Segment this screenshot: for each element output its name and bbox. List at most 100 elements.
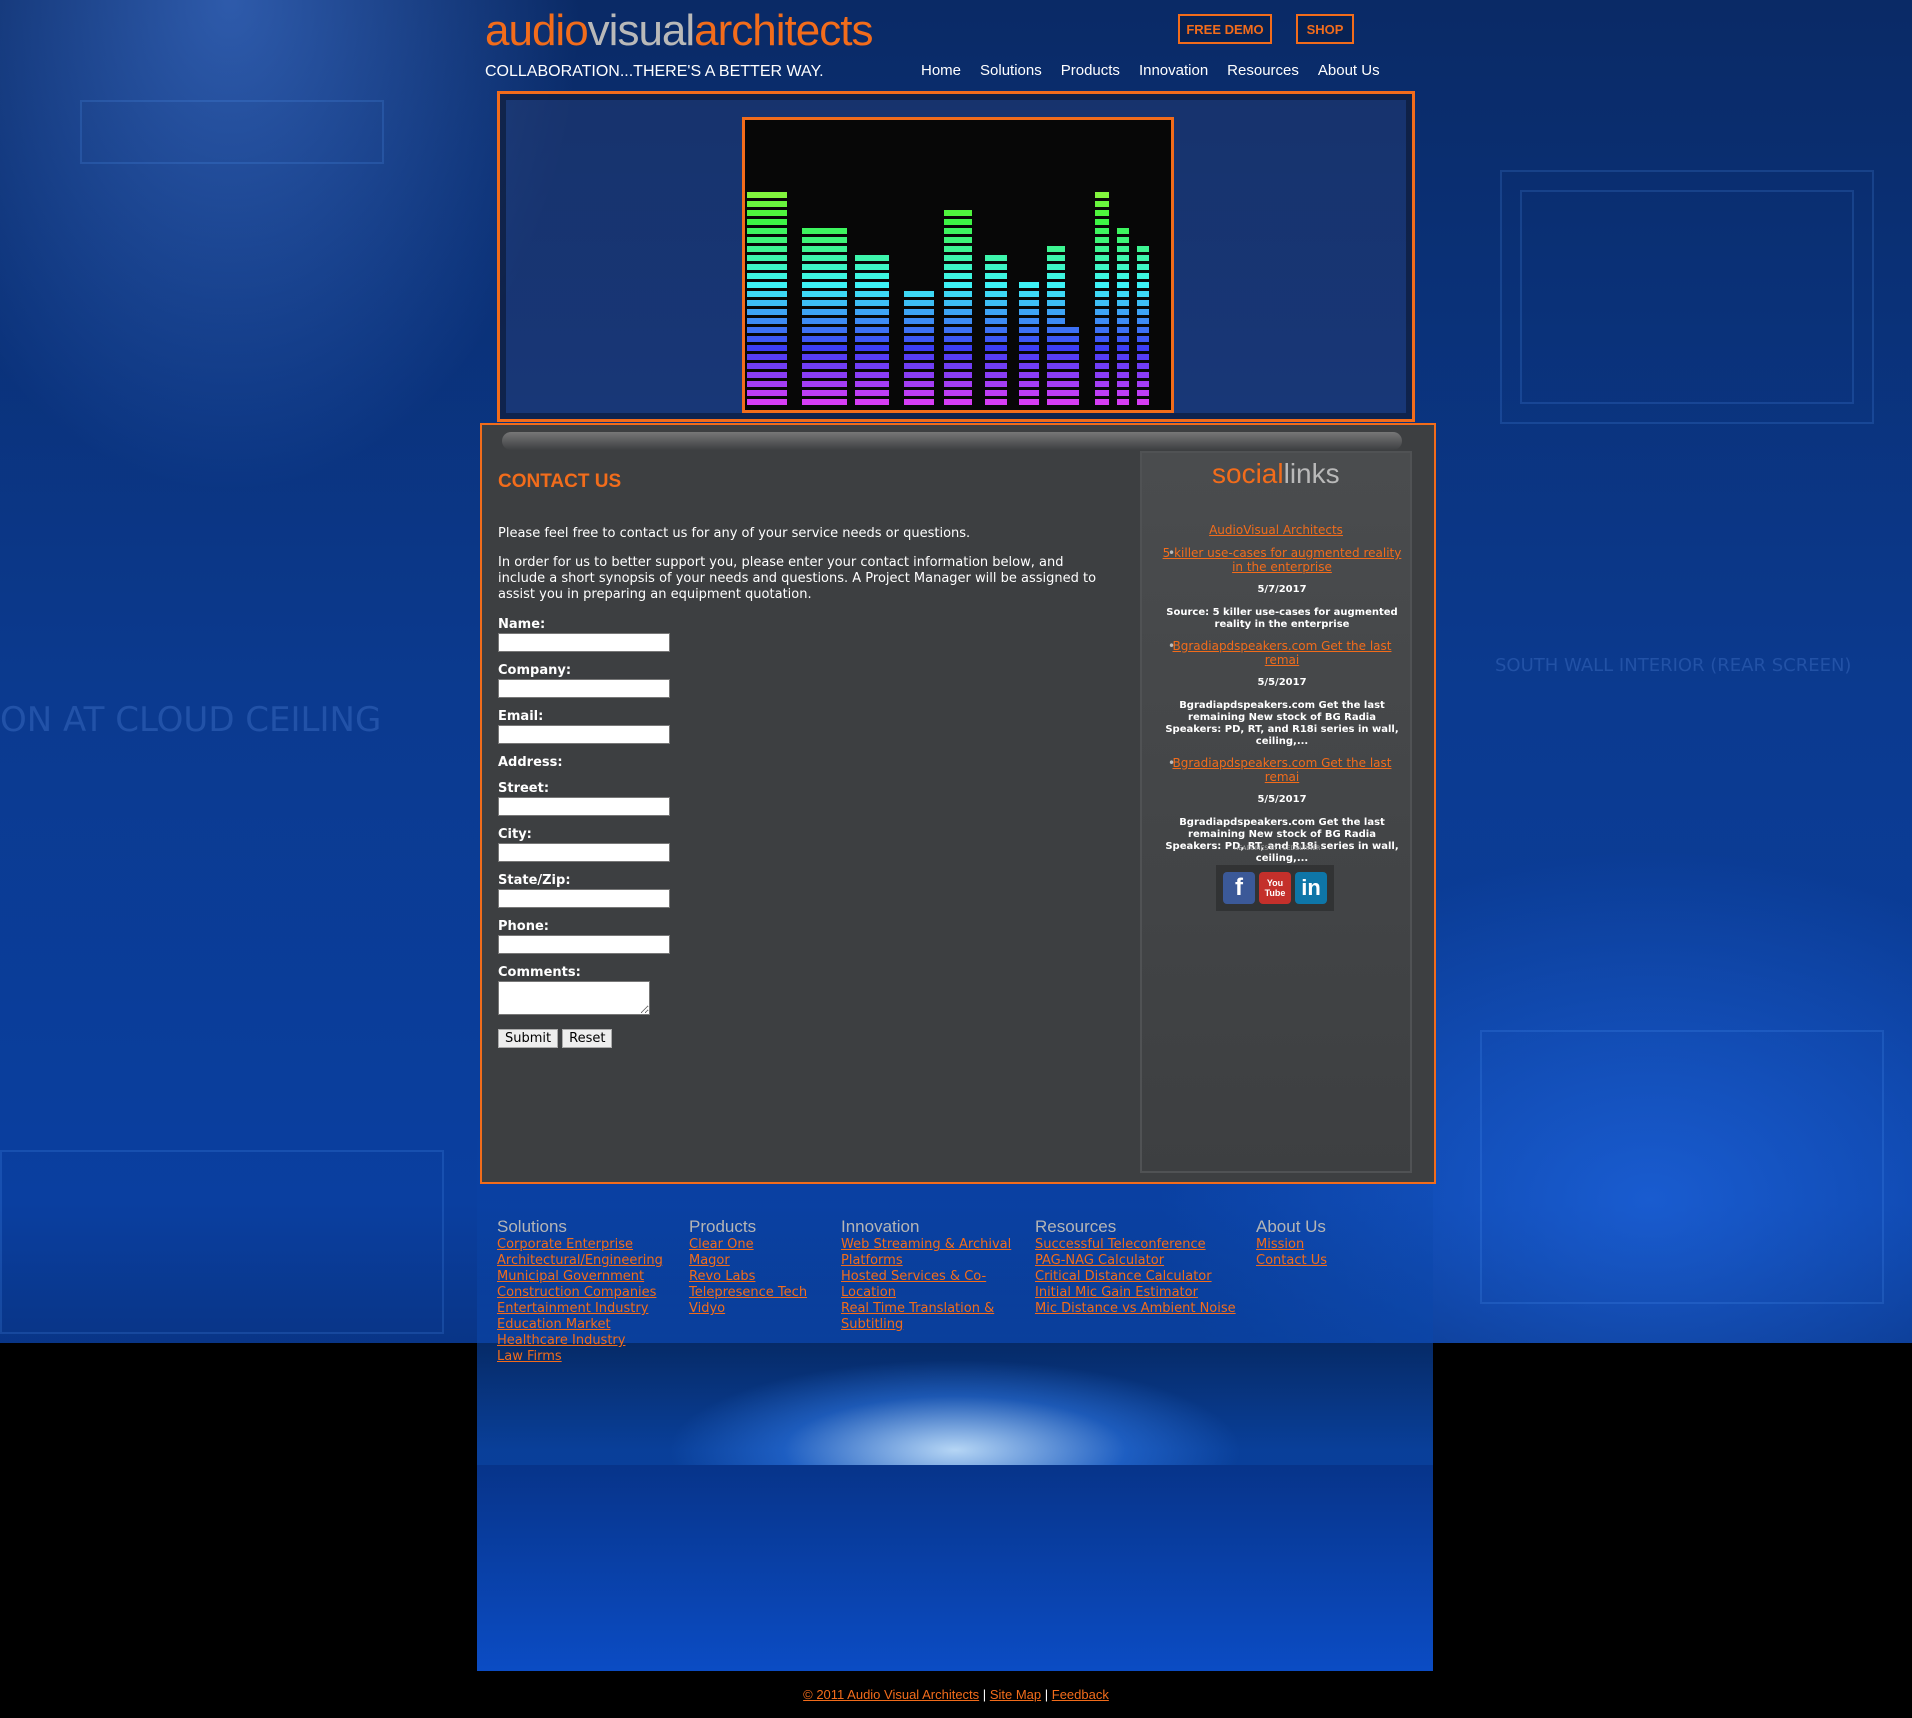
- blueprint-frame: [0, 1150, 444, 1334]
- equalizer-segment: [1117, 291, 1129, 297]
- equalizer-segment: [747, 192, 787, 198]
- feed-item-link[interactable]: Bgradiapdspeakers.com Get the last remai: [1173, 639, 1392, 667]
- footer-lower-panel: [477, 1465, 1433, 1671]
- footer-link[interactable]: Healthcare Industry: [497, 1333, 689, 1349]
- equalizer-segment: [1137, 381, 1149, 387]
- feed-title-link[interactable]: AudioVisual Architects: [1209, 523, 1343, 537]
- copyright-link[interactable]: © 2011 Audio Visual Architects: [803, 1687, 979, 1702]
- equalizer-segment: [855, 264, 889, 270]
- equalizer-segment: [904, 327, 934, 333]
- equalizer-segment: [855, 372, 889, 378]
- equalizer-segment: [1095, 318, 1109, 324]
- equalizer-segment: [1095, 309, 1109, 315]
- linkedin-icon[interactable]: in: [1295, 872, 1327, 904]
- footer-link[interactable]: Successful Teleconference: [1035, 1237, 1256, 1253]
- city-field[interactable]: [498, 843, 670, 862]
- footer-link[interactable]: Construction Companies: [497, 1285, 689, 1301]
- equalizer-segment: [944, 381, 972, 387]
- youtube-icon[interactable]: You Tube: [1259, 872, 1291, 904]
- equalizer-segment: [944, 300, 972, 306]
- equalizer-segment: [802, 318, 847, 324]
- social-links-title: sociallinks: [1212, 458, 1340, 490]
- name-field[interactable]: [498, 633, 670, 652]
- footer-link[interactable]: Municipal Government: [497, 1269, 689, 1285]
- equalizer-segment: [747, 219, 787, 225]
- footer-link[interactable]: Magor: [689, 1253, 841, 1269]
- tagline: COLLABORATION...THERE'S A BETTER WAY.: [485, 63, 824, 80]
- equalizer-segment: [1047, 291, 1065, 297]
- equalizer-segment: [904, 291, 934, 297]
- state-zip-field[interactable]: [498, 889, 670, 908]
- equalizer-segment: [944, 345, 972, 351]
- free-demo-button[interactable]: FREE DEMO: [1178, 14, 1272, 44]
- comments-label: Comments:: [498, 965, 581, 980]
- equalizer-segment: [747, 309, 787, 315]
- email-field[interactable]: [498, 725, 670, 744]
- feedburner-badge[interactable]: HEADLINES BY FEEDBURNER: [1234, 845, 1320, 852]
- facebook-icon[interactable]: f: [1223, 872, 1255, 904]
- equalizer-segment: [1095, 399, 1109, 405]
- equalizer-segment: [1117, 381, 1129, 387]
- footer-link[interactable]: Clear One: [689, 1237, 841, 1253]
- footer-link[interactable]: Real Time Translation & Subtitling: [841, 1301, 1011, 1333]
- footer-link[interactable]: Telepresence Tech: [689, 1285, 841, 1301]
- footer-link[interactable]: Corporate Enterprise: [497, 1237, 689, 1253]
- footer-link[interactable]: Mission: [1256, 1237, 1396, 1253]
- nav-home[interactable]: Home: [921, 62, 961, 79]
- nav-solutions[interactable]: Solutions: [980, 62, 1042, 79]
- equalizer-segment: [1019, 318, 1039, 324]
- company-field[interactable]: [498, 679, 670, 698]
- street-field[interactable]: [498, 797, 670, 816]
- equalizer-segment: [747, 246, 787, 252]
- sitemap-link[interactable]: Site Map: [990, 1687, 1041, 1702]
- equalizer-segment: [1019, 282, 1039, 288]
- equalizer-segment: [944, 273, 972, 279]
- equalizer-segment: [1117, 300, 1129, 306]
- footer-link[interactable]: Web Streaming & Archival Platforms: [841, 1237, 1021, 1269]
- footer-link[interactable]: Education Market: [497, 1317, 689, 1333]
- feed-item-link[interactable]: 5 killer use-cases for augmented reality…: [1163, 546, 1402, 574]
- equalizer-segment: [1095, 219, 1109, 225]
- feed-item-link[interactable]: Bgradiapdspeakers.com Get the last remai: [1173, 756, 1392, 784]
- nav-about-us[interactable]: About Us: [1318, 62, 1380, 79]
- footer-link[interactable]: Vidyo: [689, 1301, 841, 1317]
- footer-link[interactable]: Critical Distance Calculator: [1035, 1269, 1256, 1285]
- footer-link[interactable]: Revo Labs: [689, 1269, 841, 1285]
- equalizer-segment: [1117, 390, 1129, 396]
- footer-link[interactable]: Hosted Services & Co-Location: [841, 1269, 1001, 1301]
- equalizer-segment: [1117, 273, 1129, 279]
- equalizer-segment: [1019, 345, 1039, 351]
- footer-link[interactable]: Law Firms: [497, 1349, 689, 1365]
- phone-field[interactable]: [498, 935, 670, 954]
- equalizer-segment: [1047, 399, 1065, 405]
- footer-link[interactable]: Entertainment Industry: [497, 1301, 689, 1317]
- nav-resources[interactable]: Resources: [1227, 62, 1299, 79]
- footer-link[interactable]: Mic Distance vs Ambient Noise: [1035, 1301, 1256, 1317]
- equalizer-segment: [1019, 363, 1039, 369]
- footer-link[interactable]: Initial Mic Gain Estimator: [1035, 1285, 1256, 1301]
- equalizer-segment: [1117, 237, 1129, 243]
- contact-instructions: In order for us to better support you, p…: [498, 555, 1097, 602]
- footer-link[interactable]: Architectural/Engineering: [497, 1253, 689, 1269]
- feedback-link[interactable]: Feedback: [1052, 1687, 1109, 1702]
- equalizer-segment: [985, 264, 1007, 270]
- equalizer-segment: [1047, 327, 1065, 333]
- equalizer-segment: [1137, 345, 1149, 351]
- equalizer-segment: [1047, 309, 1065, 315]
- footer-col-innovation: Innovation Web Streaming & Archival Plat…: [841, 1217, 1035, 1365]
- site-logo[interactable]: audiovisualarchitects: [485, 6, 873, 56]
- comments-field[interactable]: [498, 981, 650, 1015]
- nav-products[interactable]: Products: [1061, 62, 1120, 79]
- equalizer-segment: [802, 399, 847, 405]
- footer-link[interactable]: Contact Us: [1256, 1253, 1396, 1269]
- shop-button[interactable]: SHOP: [1296, 14, 1354, 44]
- equalizer-segment: [1095, 300, 1109, 306]
- footer-link[interactable]: PAG-NAG Calculator: [1035, 1253, 1256, 1269]
- nav-innovation[interactable]: Innovation: [1139, 62, 1208, 79]
- equalizer-segment: [1095, 201, 1109, 207]
- submit-button[interactable]: Submit: [498, 1029, 559, 1048]
- equalizer-segment: [985, 291, 1007, 297]
- reset-button[interactable]: Reset: [562, 1029, 613, 1048]
- equalizer-segment: [747, 264, 787, 270]
- equalizer-segment: [1047, 300, 1065, 306]
